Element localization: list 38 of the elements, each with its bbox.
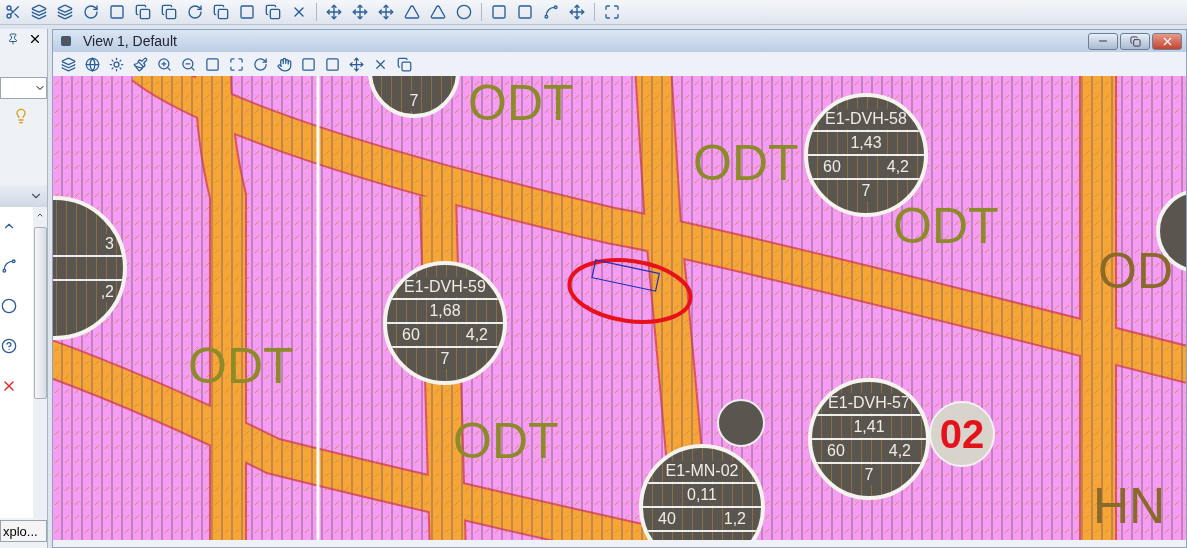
plot-coverage: 40 bbox=[657, 509, 677, 529]
plot-height: 4,2 bbox=[464, 325, 489, 345]
plot-area: 1,41 bbox=[852, 417, 886, 437]
plot-code: E1-DVH-59 bbox=[403, 277, 487, 297]
restore-icon bbox=[1129, 35, 1141, 47]
window-title: View 1, Default bbox=[83, 33, 177, 49]
close-button[interactable] bbox=[1152, 32, 1182, 50]
scroll-thumb[interactable] bbox=[33, 227, 47, 399]
plot-floors: 7 bbox=[408, 91, 420, 111]
plot-code: E1-DVH-58 bbox=[824, 109, 908, 129]
explorer-tab[interactable]: xplo... bbox=[0, 520, 47, 542]
zone-label: ODT bbox=[893, 201, 999, 251]
help-icon[interactable] bbox=[0, 337, 18, 355]
plot-coverage: 60 bbox=[826, 441, 846, 461]
plot-height: ,2 bbox=[99, 282, 115, 302]
plot-height: 1,2 bbox=[722, 509, 747, 529]
plot-code: 3 bbox=[104, 234, 115, 254]
plot-area: 0,11 bbox=[686, 485, 718, 505]
marker-number: 02 bbox=[939, 411, 985, 457]
plot-coverage: 60 bbox=[401, 325, 421, 345]
plot-floors: 7 bbox=[863, 465, 875, 485]
scrollbar[interactable] bbox=[33, 207, 47, 518]
minimize-button[interactable] bbox=[1088, 32, 1118, 50]
scroll-up-icon[interactable] bbox=[36, 211, 44, 219]
plot-height: 4,2 bbox=[887, 441, 912, 461]
restore-button[interactable] bbox=[1120, 32, 1150, 50]
curve-icon[interactable] bbox=[0, 257, 18, 275]
plot-floors: 7 bbox=[439, 349, 451, 369]
dropdown-field[interactable] bbox=[0, 77, 47, 99]
plot-code: E1-DVH-57 bbox=[827, 393, 911, 413]
plot-code: E1-MN-02 bbox=[664, 461, 740, 481]
plot-floors: 7 bbox=[860, 181, 872, 201]
plot-area: 1,43 bbox=[849, 133, 883, 153]
zone-label: ODT bbox=[468, 78, 574, 128]
plot-coverage: 60 bbox=[822, 157, 842, 177]
zone-label: ODT bbox=[693, 138, 799, 188]
plot-area: 1,68 bbox=[428, 301, 462, 321]
plot-height: 4,2 bbox=[885, 157, 910, 177]
